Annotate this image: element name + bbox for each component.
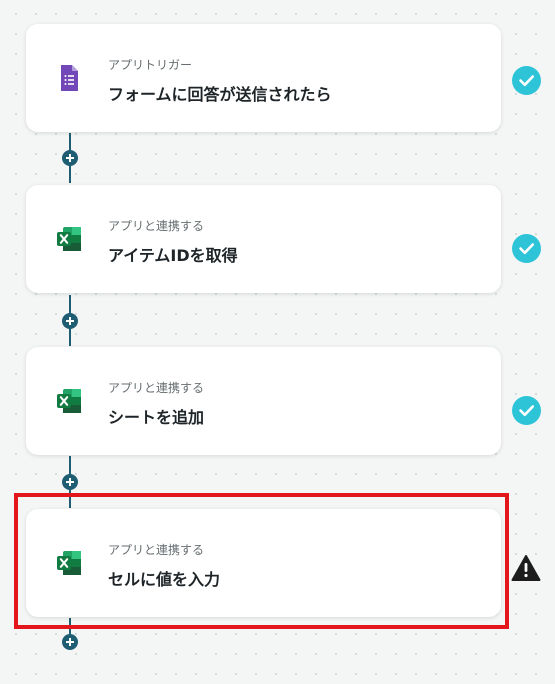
step-type-label: アプリと連携する (108, 381, 205, 395)
check-circle-icon (512, 396, 541, 425)
add-step-button[interactable] (62, 634, 78, 650)
flow-step-card-trigger[interactable]: アプリトリガー フォームに回答が送信されたら (26, 24, 501, 132)
check-circle-icon (512, 66, 541, 95)
flow-step-card-add-sheet[interactable]: アプリと連携する シートを追加 (26, 347, 501, 455)
step-title: フォームに回答が送信されたら (108, 85, 332, 104)
step-type-label: アプリと連携する (108, 219, 205, 233)
workflow-canvas: アプリトリガー フォームに回答が送信されたら アプリと連携する アイテムIDを取… (0, 0, 555, 684)
flow-step-card-get-item-id[interactable]: アプリと連携する アイテムIDを取得 (26, 185, 501, 293)
google-forms-icon (54, 63, 84, 93)
highlight-frame (14, 493, 509, 629)
excel-icon (54, 224, 84, 254)
excel-icon (54, 386, 84, 416)
step-type-label: アプリトリガー (108, 58, 193, 72)
add-step-button[interactable] (62, 150, 78, 166)
add-step-button[interactable] (62, 474, 78, 490)
step-title: シートを追加 (108, 408, 205, 427)
step-title: アイテムIDを取得 (108, 246, 238, 265)
add-step-button[interactable] (62, 313, 78, 329)
check-circle-icon (512, 234, 541, 263)
warning-triangle-icon (511, 554, 541, 582)
